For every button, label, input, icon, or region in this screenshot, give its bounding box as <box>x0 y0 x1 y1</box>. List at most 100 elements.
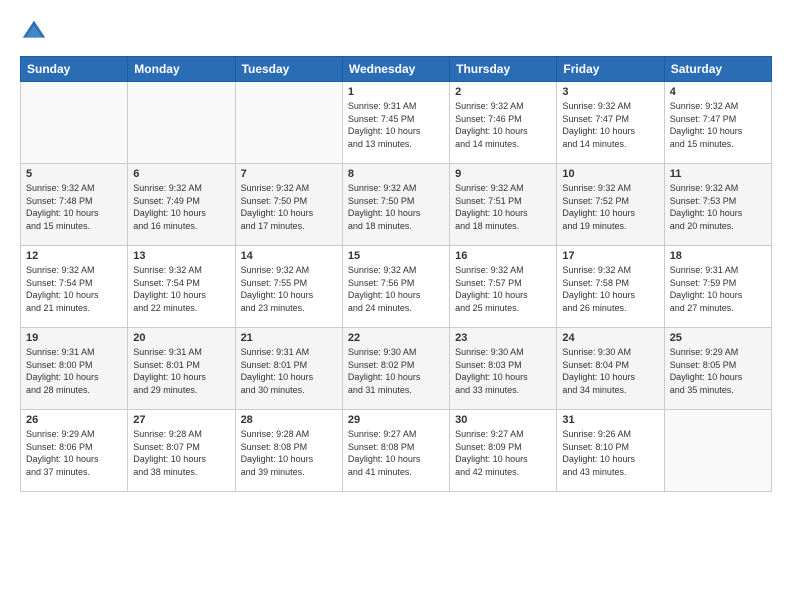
day-info: Sunrise: 9:32 AMSunset: 7:47 PMDaylight:… <box>670 100 766 150</box>
day-info: Sunrise: 9:28 AMSunset: 8:07 PMDaylight:… <box>133 428 229 478</box>
day-info: Sunrise: 9:32 AMSunset: 7:49 PMDaylight:… <box>133 182 229 232</box>
logo <box>20 18 52 46</box>
day-number: 17 <box>562 250 658 262</box>
day-info: Sunrise: 9:30 AMSunset: 8:04 PMDaylight:… <box>562 346 658 396</box>
day-number: 14 <box>241 250 337 262</box>
day-number: 5 <box>26 168 122 180</box>
day-cell: 13 Sunrise: 9:32 AMSunset: 7:54 PMDayligh… <box>128 246 235 328</box>
day-number: 19 <box>26 332 122 344</box>
day-number: 4 <box>670 86 766 98</box>
day-number: 15 <box>348 250 444 262</box>
day-cell: 24 Sunrise: 9:30 AMSunset: 8:04 PMDayligh… <box>557 328 664 410</box>
day-cell: 8Sunrise: 9:32 AMSunset: 7:50 PMDaylight… <box>342 164 449 246</box>
day-info: Sunrise: 9:32 AMSunset: 7:50 PMDaylight:… <box>348 182 444 232</box>
day-number: 18 <box>670 250 766 262</box>
day-info: Sunrise: 9:30 AMSunset: 8:02 PMDaylight:… <box>348 346 444 396</box>
day-cell: 21Sunrise: 9:31 AMSunset: 8:01 PMDayligh… <box>235 328 342 410</box>
day-number: 12 <box>26 250 122 262</box>
day-cell: 12 Sunrise: 9:32 AMSunset: 7:54 PMDayligh… <box>21 246 128 328</box>
day-cell: 10 Sunrise: 9:32 AMSunset: 7:52 PMDayligh… <box>557 164 664 246</box>
day-number: 31 <box>562 414 658 426</box>
day-cell: 31 Sunrise: 9:26 AMSunset: 8:10 PMDayligh… <box>557 410 664 492</box>
day-cell: 27 Sunrise: 9:28 AMSunset: 8:07 PMDayligh… <box>128 410 235 492</box>
day-info: Sunrise: 9:32 AMSunset: 7:50 PMDaylight:… <box>241 182 337 232</box>
weekday-header-friday: Friday <box>557 57 664 82</box>
day-number: 11 <box>670 168 766 180</box>
day-cell: 17Sunrise: 9:32 AMSunset: 7:58 PMDayligh… <box>557 246 664 328</box>
day-number: 29 <box>348 414 444 426</box>
day-info: Sunrise: 9:30 AMSunset: 8:03 PMDaylight:… <box>455 346 551 396</box>
day-number: 24 <box>562 332 658 344</box>
week-row-1: 1Sunrise: 9:31 AMSunset: 7:45 PMDaylight… <box>21 82 772 164</box>
day-cell: 3 Sunrise: 9:32 AMSunset: 7:47 PMDaylight… <box>557 82 664 164</box>
day-cell: 29 Sunrise: 9:27 AMSunset: 8:08 PMDayligh… <box>342 410 449 492</box>
day-number: 10 <box>562 168 658 180</box>
day-info: Sunrise: 9:31 AMSunset: 8:01 PMDaylight:… <box>133 346 229 396</box>
day-info: Sunrise: 9:32 AMSunset: 7:48 PMDaylight:… <box>26 182 122 232</box>
day-cell: 16 Sunrise: 9:32 AMSunset: 7:57 PMDayligh… <box>450 246 557 328</box>
day-number: 1 <box>348 86 444 98</box>
day-number: 27 <box>133 414 229 426</box>
logo-icon <box>20 18 48 46</box>
day-info: Sunrise: 9:32 AMSunset: 7:47 PMDaylight:… <box>562 100 658 150</box>
day-number: 13 <box>133 250 229 262</box>
weekday-header-saturday: Saturday <box>664 57 771 82</box>
weekday-header-sunday: Sunday <box>21 57 128 82</box>
weekday-header-wednesday: Wednesday <box>342 57 449 82</box>
day-cell: 22 Sunrise: 9:30 AMSunset: 8:02 PMDayligh… <box>342 328 449 410</box>
day-cell: 11 Sunrise: 9:32 AMSunset: 7:53 PMDayligh… <box>664 164 771 246</box>
day-info: Sunrise: 9:27 AMSunset: 8:08 PMDaylight:… <box>348 428 444 478</box>
day-number: 7 <box>241 168 337 180</box>
day-info: Sunrise: 9:32 AMSunset: 7:46 PMDaylight:… <box>455 100 551 150</box>
day-number: 3 <box>562 86 658 98</box>
day-info: Sunrise: 9:31 AMSunset: 8:00 PMDaylight:… <box>26 346 122 396</box>
day-info: Sunrise: 9:27 AMSunset: 8:09 PMDaylight:… <box>455 428 551 478</box>
day-info: Sunrise: 9:31 AMSunset: 7:59 PMDaylight:… <box>670 264 766 314</box>
day-cell: 15Sunrise: 9:32 AMSunset: 7:56 PMDayligh… <box>342 246 449 328</box>
calendar-table: SundayMondayTuesdayWednesdayThursdayFrid… <box>20 56 772 492</box>
day-info: Sunrise: 9:32 AMSunset: 7:54 PMDaylight:… <box>26 264 122 314</box>
day-cell: 4 Sunrise: 9:32 AMSunset: 7:47 PMDaylight… <box>664 82 771 164</box>
day-cell: 2 Sunrise: 9:32 AMSunset: 7:46 PMDaylight… <box>450 82 557 164</box>
weekday-header-monday: Monday <box>128 57 235 82</box>
day-cell: 28 Sunrise: 9:28 AMSunset: 8:08 PMDayligh… <box>235 410 342 492</box>
day-cell: 26Sunrise: 9:29 AMSunset: 8:06 PMDayligh… <box>21 410 128 492</box>
day-info: Sunrise: 9:32 AMSunset: 7:57 PMDaylight:… <box>455 264 551 314</box>
day-info: Sunrise: 9:32 AMSunset: 7:54 PMDaylight:… <box>133 264 229 314</box>
week-row-2: 5 Sunrise: 9:32 AMSunset: 7:48 PMDaylight… <box>21 164 772 246</box>
day-cell: 18 Sunrise: 9:31 AMSunset: 7:59 PMDayligh… <box>664 246 771 328</box>
day-cell <box>21 82 128 164</box>
day-number: 2 <box>455 86 551 98</box>
day-info: Sunrise: 9:26 AMSunset: 8:10 PMDaylight:… <box>562 428 658 478</box>
day-cell: 1Sunrise: 9:31 AMSunset: 7:45 PMDaylight… <box>342 82 449 164</box>
day-number: 21 <box>241 332 337 344</box>
day-number: 30 <box>455 414 551 426</box>
week-row-4: 19 Sunrise: 9:31 AMSunset: 8:00 PMDayligh… <box>21 328 772 410</box>
day-number: 26 <box>26 414 122 426</box>
day-number: 23 <box>455 332 551 344</box>
day-cell: 20Sunrise: 9:31 AMSunset: 8:01 PMDayligh… <box>128 328 235 410</box>
day-info: Sunrise: 9:28 AMSunset: 8:08 PMDaylight:… <box>241 428 337 478</box>
header <box>20 18 772 46</box>
day-number: 16 <box>455 250 551 262</box>
day-cell <box>235 82 342 164</box>
day-info: Sunrise: 9:32 AMSunset: 7:51 PMDaylight:… <box>455 182 551 232</box>
day-cell: 14 Sunrise: 9:32 AMSunset: 7:55 PMDayligh… <box>235 246 342 328</box>
day-info: Sunrise: 9:32 AMSunset: 7:55 PMDaylight:… <box>241 264 337 314</box>
day-cell <box>128 82 235 164</box>
day-info: Sunrise: 9:32 AMSunset: 7:53 PMDaylight:… <box>670 182 766 232</box>
day-number: 6 <box>133 168 229 180</box>
day-cell: 7 Sunrise: 9:32 AMSunset: 7:50 PMDaylight… <box>235 164 342 246</box>
day-info: Sunrise: 9:29 AMSunset: 8:05 PMDaylight:… <box>670 346 766 396</box>
day-cell <box>664 410 771 492</box>
day-info: Sunrise: 9:32 AMSunset: 7:52 PMDaylight:… <box>562 182 658 232</box>
day-number: 22 <box>348 332 444 344</box>
weekday-header-thursday: Thursday <box>450 57 557 82</box>
weekday-header-tuesday: Tuesday <box>235 57 342 82</box>
weekday-header-row: SundayMondayTuesdayWednesdayThursdayFrid… <box>21 57 772 82</box>
day-cell: 5 Sunrise: 9:32 AMSunset: 7:48 PMDaylight… <box>21 164 128 246</box>
day-number: 28 <box>241 414 337 426</box>
day-cell: 19 Sunrise: 9:31 AMSunset: 8:00 PMDayligh… <box>21 328 128 410</box>
day-number: 9 <box>455 168 551 180</box>
week-row-3: 12 Sunrise: 9:32 AMSunset: 7:54 PMDayligh… <box>21 246 772 328</box>
